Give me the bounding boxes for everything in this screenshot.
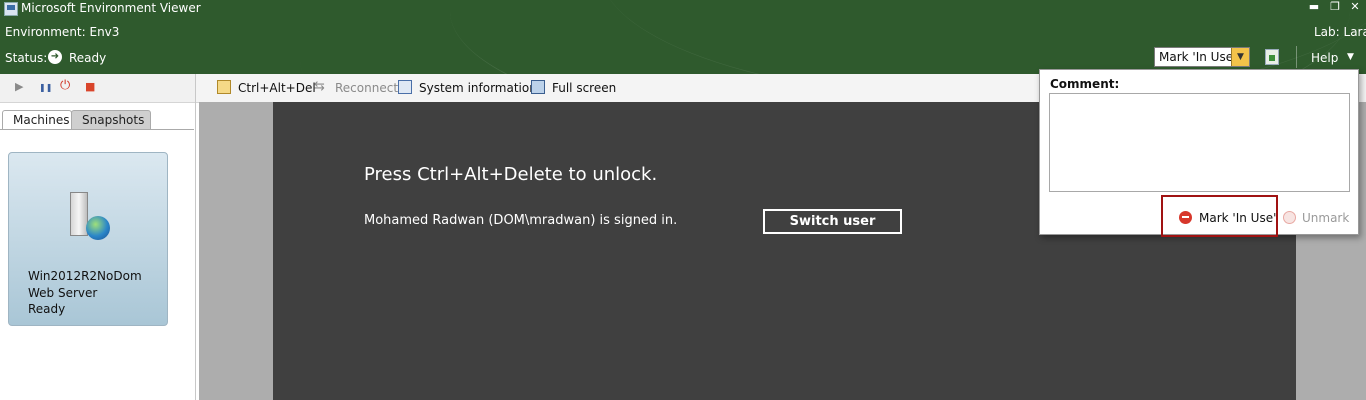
unmark-icon — [1283, 211, 1296, 224]
status-label: Status: — [5, 51, 48, 65]
machine-status: Ready — [28, 302, 66, 316]
header-separator — [1296, 46, 1297, 68]
system-info-icon — [398, 80, 412, 94]
power-icon[interactable]: ⏻ — [60, 78, 70, 93]
app-icon — [4, 2, 18, 16]
system-information-button[interactable]: System information — [419, 81, 537, 95]
lab-label: Lab: Lara — [1314, 25, 1366, 39]
play-icon[interactable]: ▶ — [15, 80, 23, 93]
vm-toolbar — [0, 74, 195, 103]
help-menu[interactable]: Help — [1311, 51, 1338, 65]
stop-icon[interactable]: ■ — [85, 80, 95, 93]
mark-in-use-dropdown-value: Mark 'In Use' — [1159, 50, 1237, 64]
ctrl-alt-del-button[interactable]: Ctrl+Alt+Del — [238, 81, 316, 95]
tab-machines[interactable]: Machines — [2, 110, 72, 130]
full-screen-icon — [531, 80, 545, 94]
signed-in-message: Mohamed Radwan (DOM\mradwan) is signed i… — [364, 213, 678, 228]
minimize-icon[interactable]: ▬ — [1307, 0, 1321, 14]
unlock-message: Press Ctrl+Alt+Delete to unlock. — [364, 164, 658, 185]
ready-status-icon: ➜ — [48, 50, 62, 64]
switch-user-button[interactable]: Switch user — [763, 209, 902, 234]
globe-icon — [86, 216, 110, 240]
key-icon — [217, 80, 231, 94]
tab-underline — [0, 129, 194, 130]
machine-name: Win2012R2NoDom — [28, 269, 142, 283]
reconnect-button[interactable]: Reconnect — [335, 81, 398, 95]
chevron-down-icon[interactable]: ▼ — [1231, 48, 1249, 66]
window-title: Microsoft Environment Viewer — [21, 1, 201, 15]
export-icon[interactable] — [1265, 49, 1279, 65]
tab-snapshots[interactable]: Snapshots — [71, 110, 151, 130]
unmark-button[interactable]: Unmark — [1302, 211, 1349, 225]
no-entry-icon — [1179, 211, 1192, 224]
mark-in-use-dropdown[interactable]: Mark 'In Use' ▼ — [1154, 47, 1250, 67]
help-chevron-icon[interactable]: ▼ — [1347, 52, 1354, 62]
restore-icon[interactable]: ❐ — [1328, 0, 1342, 14]
comment-label: Comment: — [1050, 77, 1120, 91]
pause-icon[interactable]: ❚❚ — [39, 83, 52, 92]
machine-role: Web Server — [28, 286, 98, 300]
status-value: Ready — [69, 51, 107, 65]
comment-field[interactable] — [1049, 93, 1350, 192]
mark-in-use-button-label: Mark 'In Use' — [1199, 211, 1277, 225]
environment-label: Environment: Env3 — [5, 25, 120, 39]
close-icon[interactable]: ✕ — [1348, 0, 1362, 14]
reconnect-icon: ⇆ — [314, 79, 325, 94]
full-screen-button[interactable]: Full screen — [552, 81, 616, 95]
